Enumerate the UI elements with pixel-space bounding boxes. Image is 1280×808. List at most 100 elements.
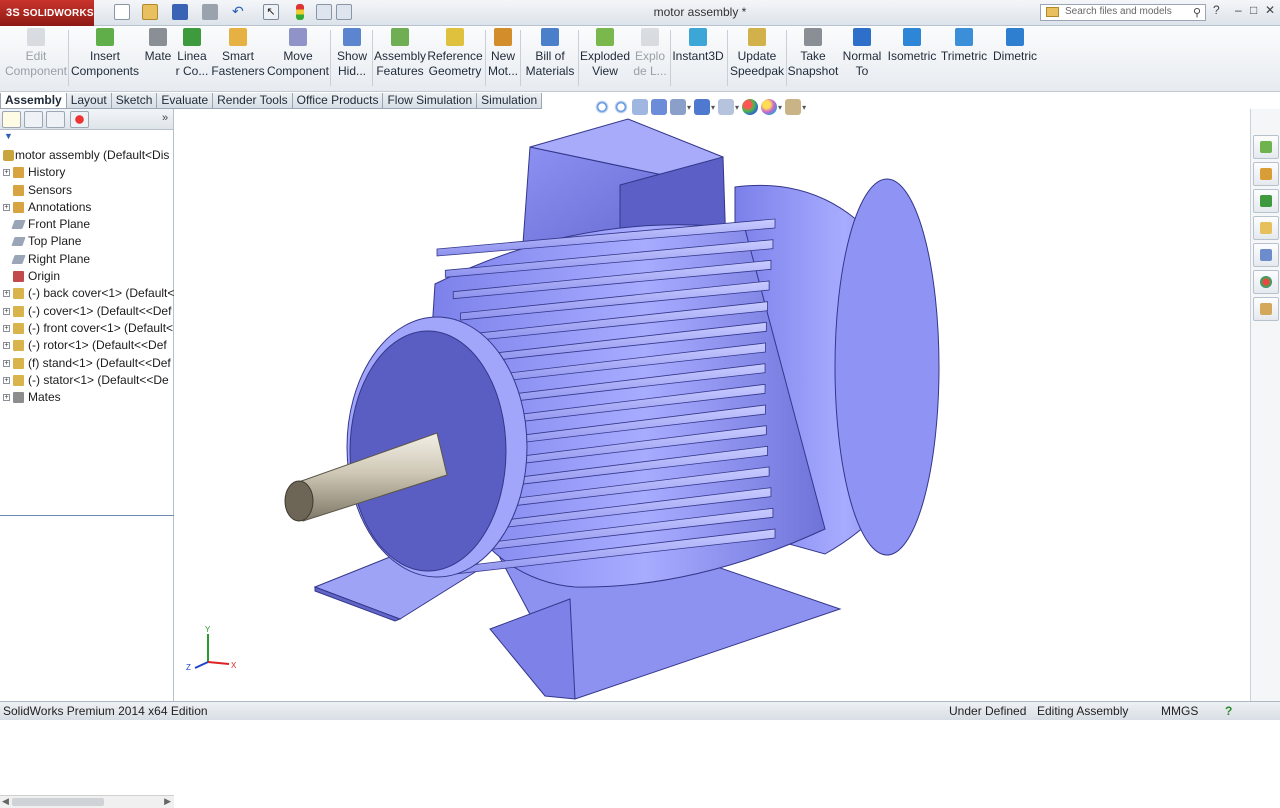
collapse-panel-icon[interactable]: » <box>162 112 168 124</box>
dropdown-arrow-icon[interactable]: ▾ <box>802 103 806 112</box>
tree-item-label: (-) back cover<1> (Default< <box>28 286 174 301</box>
expand-icon[interactable]: + <box>3 203 10 211</box>
units-selector[interactable]: MMGS <box>1161 702 1198 721</box>
tree-scrollbar[interactable]: ◀ ▶ <box>0 795 174 808</box>
scroll-left-icon[interactable]: ◀ <box>2 796 9 807</box>
plane-icon <box>11 237 26 247</box>
view-triad[interactable]: Y X Z <box>183 624 243 684</box>
property-manager-tab[interactable] <box>24 111 43 128</box>
file-properties-icon[interactable] <box>316 4 332 20</box>
tab-render-tools[interactable]: Render Tools <box>212 93 293 109</box>
new-document-icon[interactable] <box>114 4 130 20</box>
appearances-tab[interactable] <box>1253 270 1279 294</box>
update-speedpak-icon <box>748 28 766 46</box>
apply-scene-icon[interactable] <box>761 99 778 115</box>
tab-layout[interactable]: Layout <box>65 93 112 109</box>
title-bar: 3S SOLIDWORKS ↶ ↖ motor assembly * Search… <box>0 0 1280 26</box>
expand-icon[interactable]: + <box>3 394 10 402</box>
options-icon[interactable] <box>336 4 352 20</box>
tree-item[interactable]: + History <box>0 164 174 181</box>
tree-item[interactable]: + Annotations <box>0 199 174 216</box>
tab-flow-simulation[interactable]: Flow Simulation <box>382 93 478 109</box>
tree-item[interactable]: Sensors <box>0 182 174 199</box>
expand-icon[interactable]: + <box>3 290 10 298</box>
dropdown-arrow-icon[interactable]: ▾ <box>687 103 691 112</box>
shaft-end[interactable] <box>284 480 314 522</box>
file-explorer-tab[interactable] <box>1253 189 1279 213</box>
minimize-button[interactable]: – <box>1235 3 1242 17</box>
dynamic-annotation-icon[interactable] <box>670 99 686 115</box>
tree-item[interactable]: + Mates <box>0 389 174 406</box>
tree-item[interactable]: + (-) stator<1> (Default<<De <box>0 372 174 389</box>
zoom-to-fit-icon[interactable] <box>594 99 610 115</box>
tree-item[interactable]: Front Plane <box>0 216 174 233</box>
dropdown-arrow-icon[interactable]: ▾ <box>735 103 739 112</box>
scroll-thumb[interactable] <box>12 798 104 806</box>
solidworks-logo[interactable]: 3S SOLIDWORKS <box>0 0 94 26</box>
filter-icon[interactable]: ▼ <box>4 131 13 141</box>
tab-office-products[interactable]: Office Products <box>291 93 384 109</box>
part-icon <box>13 322 24 334</box>
search-input[interactable]: Search files and models ⚲ <box>1040 4 1206 21</box>
tab-evaluate[interactable]: Evaluate <box>156 93 214 109</box>
edit-appearance-icon[interactable] <box>742 99 759 115</box>
display-style-icon[interactable] <box>718 99 735 115</box>
undo-icon[interactable]: ↶ <box>232 4 248 20</box>
expand-icon[interactable]: + <box>3 376 10 384</box>
view-orientation-icon[interactable] <box>694 99 711 115</box>
dimetric-button[interactable]: Dimetric <box>975 28 1055 88</box>
scroll-right-icon[interactable]: ▶ <box>164 796 171 807</box>
expand-icon[interactable]: + <box>3 169 10 177</box>
tree-item[interactable]: + (-) cover<1> (Default<<Def <box>0 303 174 320</box>
stand-front-foot[interactable] <box>489 598 576 700</box>
assembly-features-icon <box>391 28 409 46</box>
tab-assembly[interactable]: Assembly <box>0 93 67 109</box>
expand-icon[interactable]: + <box>3 359 10 367</box>
expand-icon[interactable]: + <box>3 307 10 315</box>
design-library-tab[interactable] <box>1253 162 1279 186</box>
help-button[interactable]: ? <box>1213 3 1220 17</box>
previous-view-icon[interactable] <box>632 99 648 115</box>
tree-item[interactable]: + (-) back cover<1> (Default< <box>0 285 174 302</box>
display-manager-tab[interactable] <box>70 111 89 128</box>
print-icon[interactable] <box>202 4 218 20</box>
zoom-to-area-icon[interactable] <box>613 99 629 115</box>
search-icon[interactable]: ⚲ <box>1193 6 1201 19</box>
tree-item[interactable]: Origin <box>0 268 174 285</box>
tree-item[interactable]: + (-) rotor<1> (Default<<Def <box>0 337 174 354</box>
tree-item[interactable]: + (f) stand<1> (Default<<Def <box>0 355 174 372</box>
dropdown-arrow-icon[interactable]: ▾ <box>778 103 782 112</box>
expand-icon[interactable]: + <box>3 324 10 332</box>
feature-manager-tab[interactable] <box>2 111 21 128</box>
motor-assembly-model[interactable] <box>175 109 1250 701</box>
search-tab[interactable] <box>1253 216 1279 240</box>
view-palette-tab[interactable] <box>1253 243 1279 267</box>
help-icon[interactable]: ? <box>1225 702 1232 721</box>
tab-sketch[interactable]: Sketch <box>110 93 158 109</box>
tree-item[interactable]: Top Plane <box>0 233 174 250</box>
graphics-area[interactable]: Y X Z <box>175 109 1250 701</box>
tab-simulation[interactable]: Simulation <box>476 93 543 109</box>
tree-item-label: (-) front cover<1> (Default< <box>28 320 174 335</box>
tree-root-assembly[interactable]: motor assembly (Default<Dis <box>0 147 174 164</box>
section-view-icon[interactable] <box>651 99 667 115</box>
expand-icon[interactable]: + <box>3 342 10 350</box>
view-settings-icon[interactable] <box>785 99 802 115</box>
select-icon[interactable]: ↖ <box>263 4 279 20</box>
custom-properties-tab[interactable] <box>1253 297 1279 321</box>
solidworks-resources-tab[interactable] <box>1253 135 1279 159</box>
command-separator <box>727 30 728 86</box>
configuration-manager-tab[interactable] <box>46 111 65 128</box>
tree-item[interactable]: + (-) front cover<1> (Default< <box>0 320 174 337</box>
save-icon[interactable] <box>172 4 188 20</box>
back-cover-face[interactable] <box>834 178 940 556</box>
panel-splitter[interactable] <box>0 515 174 516</box>
logo-text: SOLIDWORKS <box>22 7 94 19</box>
open-folder-icon[interactable] <box>142 4 158 20</box>
dropdown-arrow-icon[interactable]: ▾ <box>711 103 715 112</box>
tree-filter[interactable]: ▼ <box>0 130 173 142</box>
tree-item[interactable]: Right Plane <box>0 251 174 268</box>
close-button[interactable]: ✕ <box>1265 3 1275 17</box>
maximize-button[interactable]: □ <box>1250 3 1257 17</box>
rebuild-icon[interactable] <box>296 4 304 20</box>
